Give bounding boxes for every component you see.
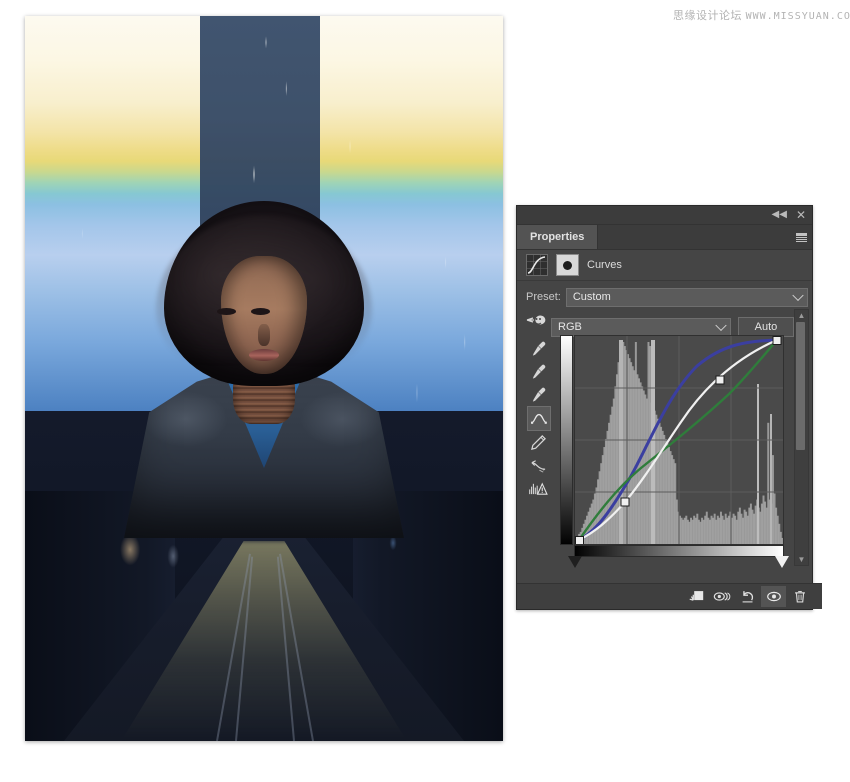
watermark-cn: 思缘设计论坛 [673,10,742,22]
chevron-down-icon [715,319,727,332]
portrait-figure [25,16,503,741]
hamburger-glyph [795,232,807,242]
eyedropper-icon [532,341,545,356]
panel-titlebar: ◀◀ ✕ [517,206,812,225]
curves-graph[interactable] [574,335,784,545]
input-tone-ramp [574,545,784,557]
watermark-en: WWW.MISSYUAN.COM [745,11,850,22]
eyedropper-icon [532,387,545,402]
smooth-curve-tool[interactable] [527,454,549,477]
adjustment-name-label: Curves [587,259,622,271]
watermark: 思缘设计论坛 WWW.MISSYUAN.COM [673,7,850,23]
properties-panel: ◀◀ ✕ Properties Curves Preset: Custom RG… [516,205,822,610]
pencil-icon [530,435,546,450]
eye-icon [766,591,781,602]
delete-button[interactable] [787,586,812,607]
clip-to-layer-icon [689,591,703,601]
white-input-slider[interactable] [775,556,789,568]
curve-point-icon [531,413,547,424]
preset-select[interactable]: Custom [565,287,808,307]
tab-row-filler [598,225,790,249]
smooth-curve-icon [530,460,545,473]
scroll-down-arrow[interactable]: ▼ [795,554,808,565]
preset-value: Custom [572,291,611,303]
adjustment-header: Curves [517,250,812,281]
preset-label: Preset: [526,291,561,303]
channel-value: RGB [558,321,582,333]
reset-icon [742,591,753,603]
black-input-slider[interactable] [568,556,582,568]
eye-right [251,308,270,315]
gray-point-eyedropper[interactable] [527,360,549,383]
tab-properties[interactable]: Properties [517,225,599,249]
auto-button[interactable]: Auto [738,317,794,337]
view-previous-state-button[interactable] [709,586,734,607]
curves-plot [575,336,783,544]
output-tone-ramp [560,335,573,545]
trash-icon [794,590,805,603]
white-point-eyedropper[interactable] [527,383,549,406]
panel-tab-row: Properties [517,225,812,250]
layer-mask-thumbnail[interactable] [556,254,579,276]
scroll-thumb[interactable] [796,322,805,450]
panel-scrollbar[interactable]: ▲ ▼ [794,309,809,566]
panel-content: Preset: Custom RGB Auto ▲ ▼ [517,281,812,602]
channel-select[interactable]: RGB [551,317,731,337]
on-image-adjustment-tool[interactable] [526,313,546,329]
mask-dot [563,260,572,270]
collapse-icon[interactable]: ◀◀ [772,210,787,220]
lips [249,349,279,361]
clip-to-layer-button[interactable] [683,586,708,607]
eyedropper-icon [532,364,545,379]
channel-row: RGB Auto [517,309,812,338]
curves-tool-strip [527,337,551,500]
panel-menu-icon[interactable] [790,225,812,249]
scroll-up-arrow[interactable]: ▲ [795,310,808,321]
clipping-warning-icon[interactable] [527,477,549,500]
artwork-canvas [25,16,503,741]
preset-row: Preset: Custom [517,281,812,309]
curve-point-tool[interactable] [527,406,551,431]
curve-icon-line [527,256,546,274]
tab-properties-label: Properties [530,231,585,243]
previous-state-icon [713,592,730,601]
screenshot-root: 思缘设计论坛 WWW.MISSYUAN.COM ◀◀ ✕ Properties [0,0,850,782]
pencil-tool[interactable] [527,431,549,454]
reset-button[interactable] [735,586,760,607]
eye-left [217,308,236,315]
curves-adjustment-icon[interactable] [526,254,548,276]
close-icon[interactable]: ✕ [796,209,806,221]
nose [258,324,270,346]
panel-bottom-toolbar [517,583,822,609]
on-image-adjustment-icon [526,315,546,325]
black-point-eyedropper[interactable] [527,337,549,360]
toggle-visibility-button[interactable] [761,586,786,607]
histogram-warning-icon [528,482,548,495]
auto-button-label: Auto [754,321,778,333]
chevron-down-icon [792,289,804,302]
